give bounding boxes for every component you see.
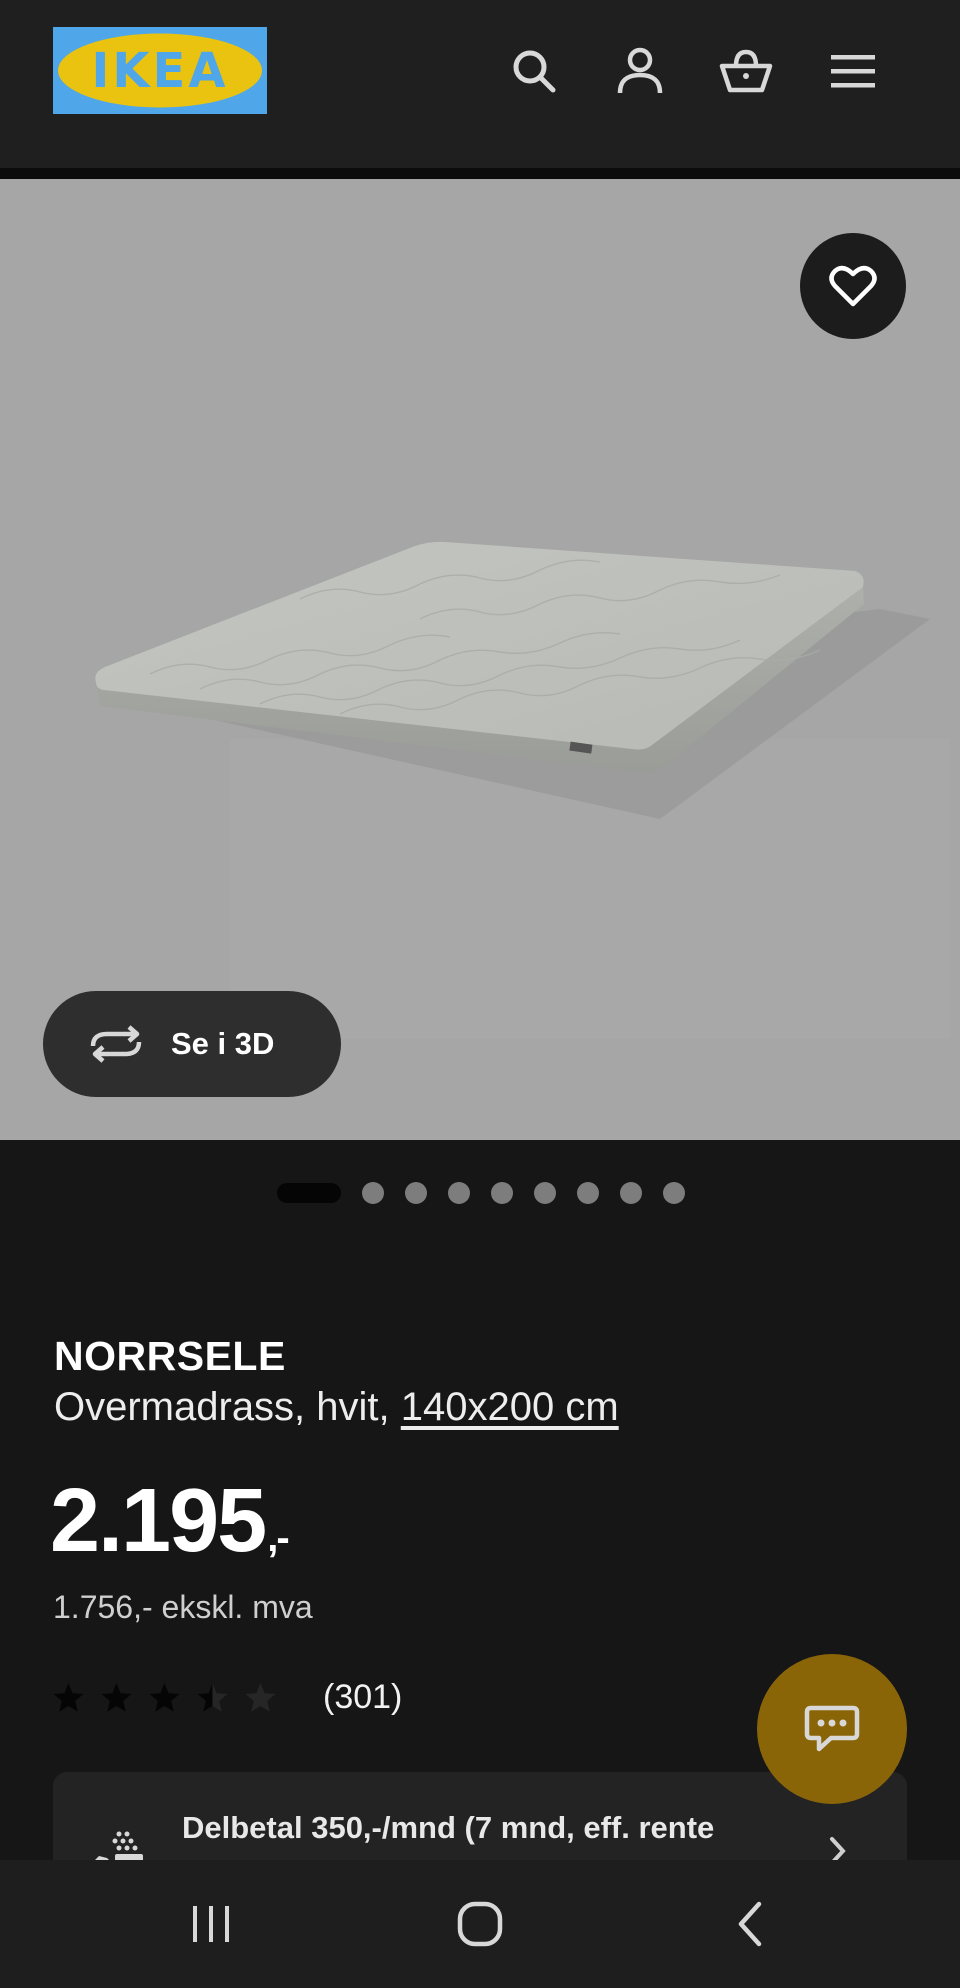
chat-icon [804,1705,860,1752]
rotate-3d-icon [90,1025,142,1063]
home-icon[interactable] [435,1884,525,1964]
product-rating[interactable]: (301) [52,1678,402,1717]
heart-icon [829,265,877,307]
logo-text: IKEA [92,43,229,99]
pagination-dot[interactable] [405,1182,427,1204]
menu-icon[interactable] [820,38,886,104]
view-3d-label: Se i 3D [171,1026,275,1061]
pagination-dot[interactable] [448,1182,470,1204]
system-navigation-bar [0,1860,960,1988]
product-name: NORRSELE [54,1333,286,1379]
star-empty-icon [245,1682,276,1712]
user-icon[interactable] [607,38,673,104]
price-main: 2.195 [50,1471,267,1571]
installment-text: Delbetal 350,-/mnd (7 mnd, eff. rente [182,1810,715,1845]
product-image[interactable]: Se i 3D [0,179,960,1140]
chat-button[interactable] [757,1654,907,1804]
basket-icon[interactable] [713,38,779,104]
header: IKEA [0,0,960,168]
rating-stars [52,1682,277,1714]
recent-apps-icon[interactable] [166,1884,256,1964]
search-icon[interactable] [501,38,567,104]
pagination-dot[interactable] [663,1182,685,1204]
product-price: 2.195,- [50,1470,290,1573]
pagination-dot-active[interactable] [277,1183,341,1203]
header-divider [0,168,960,179]
rating-count: (301) [323,1678,403,1716]
product-description: Overmadrass, hvit, 140x200 cm [54,1385,619,1430]
product-size-link[interactable]: 140x200 cm [401,1385,619,1429]
pagination-dot[interactable] [534,1182,556,1204]
pagination-dot[interactable] [620,1182,642,1204]
pagination-dot[interactable] [577,1182,599,1204]
ikea-logo[interactable]: IKEA [53,27,267,114]
star-full-icon [149,1682,180,1712]
star-full-icon [53,1682,84,1712]
price-suffix: ,- [267,1516,289,1560]
product-type-color: Overmadrass, hvit, [54,1385,401,1429]
star-half-icon [197,1682,228,1712]
favorite-button[interactable] [800,233,906,339]
price-excl-vat: 1.756,- ekskl. mva [53,1589,313,1625]
image-pagination [277,1182,706,1204]
pagination-dot[interactable] [491,1182,513,1204]
pagination-dot[interactable] [362,1182,384,1204]
back-icon[interactable] [704,1884,794,1964]
star-full-icon [101,1682,132,1712]
view-3d-button[interactable]: Se i 3D [43,991,341,1097]
